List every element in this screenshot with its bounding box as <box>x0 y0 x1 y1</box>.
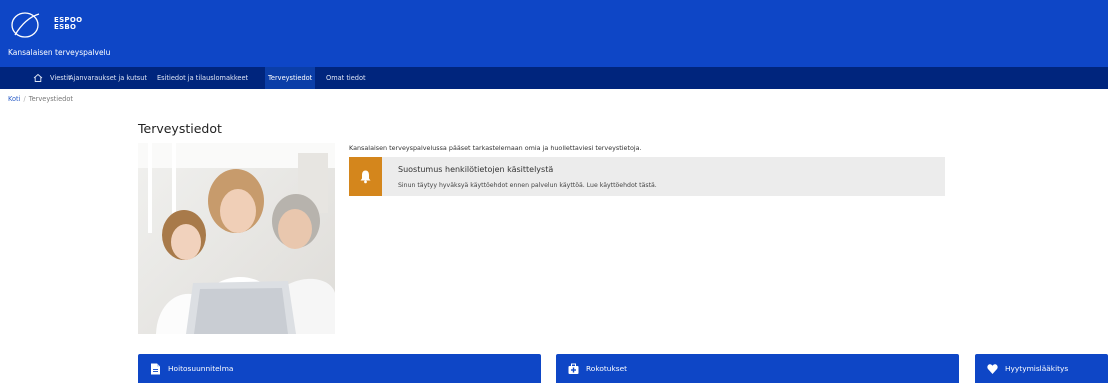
card-title: Rokotukset <box>586 364 628 373</box>
breadcrumb-home[interactable]: Koti <box>8 95 20 103</box>
document-icon <box>151 363 160 375</box>
bell-icon <box>360 170 371 184</box>
logo-line-2: ESBO <box>54 23 77 31</box>
page-title: Terveystiedot <box>138 121 222 136</box>
nav-viestit[interactable]: Viestit <box>50 67 71 89</box>
main-navigation: Viestit Ajanvaraukset ja kutsut Esitiedo… <box>0 67 1108 89</box>
breadcrumb-current: Terveystiedot <box>28 95 73 103</box>
notice-text[interactable]: Sinun täytyy hyväksyä käyttöehdot ennen … <box>398 182 657 189</box>
service-name: Kansalaisen terveyspalvelu <box>8 48 111 57</box>
espoo-logo[interactable] <box>9 11 49 39</box>
notice-title: Suostumus henkilötietojen käsittelystä <box>398 165 554 174</box>
breadcrumb: Koti / Terveystiedot <box>8 95 73 103</box>
notice-icon-box <box>349 157 382 196</box>
card-rokotukset[interactable]: Rokotukset <box>556 354 959 383</box>
card-hoitosuunnitelma[interactable]: Hoitosuunnitelma <box>138 354 541 383</box>
card-title: Hyytymislääkitys <box>1005 364 1069 373</box>
card-title: Hoitosuunnitelma <box>168 364 234 373</box>
family-photo <box>138 143 335 334</box>
breadcrumb-separator: / <box>23 95 26 103</box>
logo-text: ESPOO ESBO <box>54 17 82 31</box>
consent-notice[interactable]: Suostumus henkilötietojen käsittelystä S… <box>349 157 945 196</box>
site-header: ESPOO ESBO Kansalaisen terveyspalvelu <box>0 0 1108 67</box>
heart-icon <box>987 364 998 374</box>
nav-ajanvaraukset[interactable]: Ajanvaraukset ja kutsut <box>69 67 147 89</box>
nav-omat-tiedot[interactable]: Omat tiedot <box>326 67 366 89</box>
nav-esitiedot[interactable]: Esitiedot ja tilauslomakkeet <box>157 67 248 89</box>
medical-kit-icon <box>568 363 579 374</box>
intro-text: Kansalaisen terveyspalvelussa pääset tar… <box>349 144 642 152</box>
card-hyytymislaakitys[interactable]: Hyytymislääkitys <box>975 354 1108 383</box>
nav-terveystiedot[interactable]: Terveystiedot <box>265 67 316 89</box>
home-icon[interactable] <box>32 72 44 84</box>
